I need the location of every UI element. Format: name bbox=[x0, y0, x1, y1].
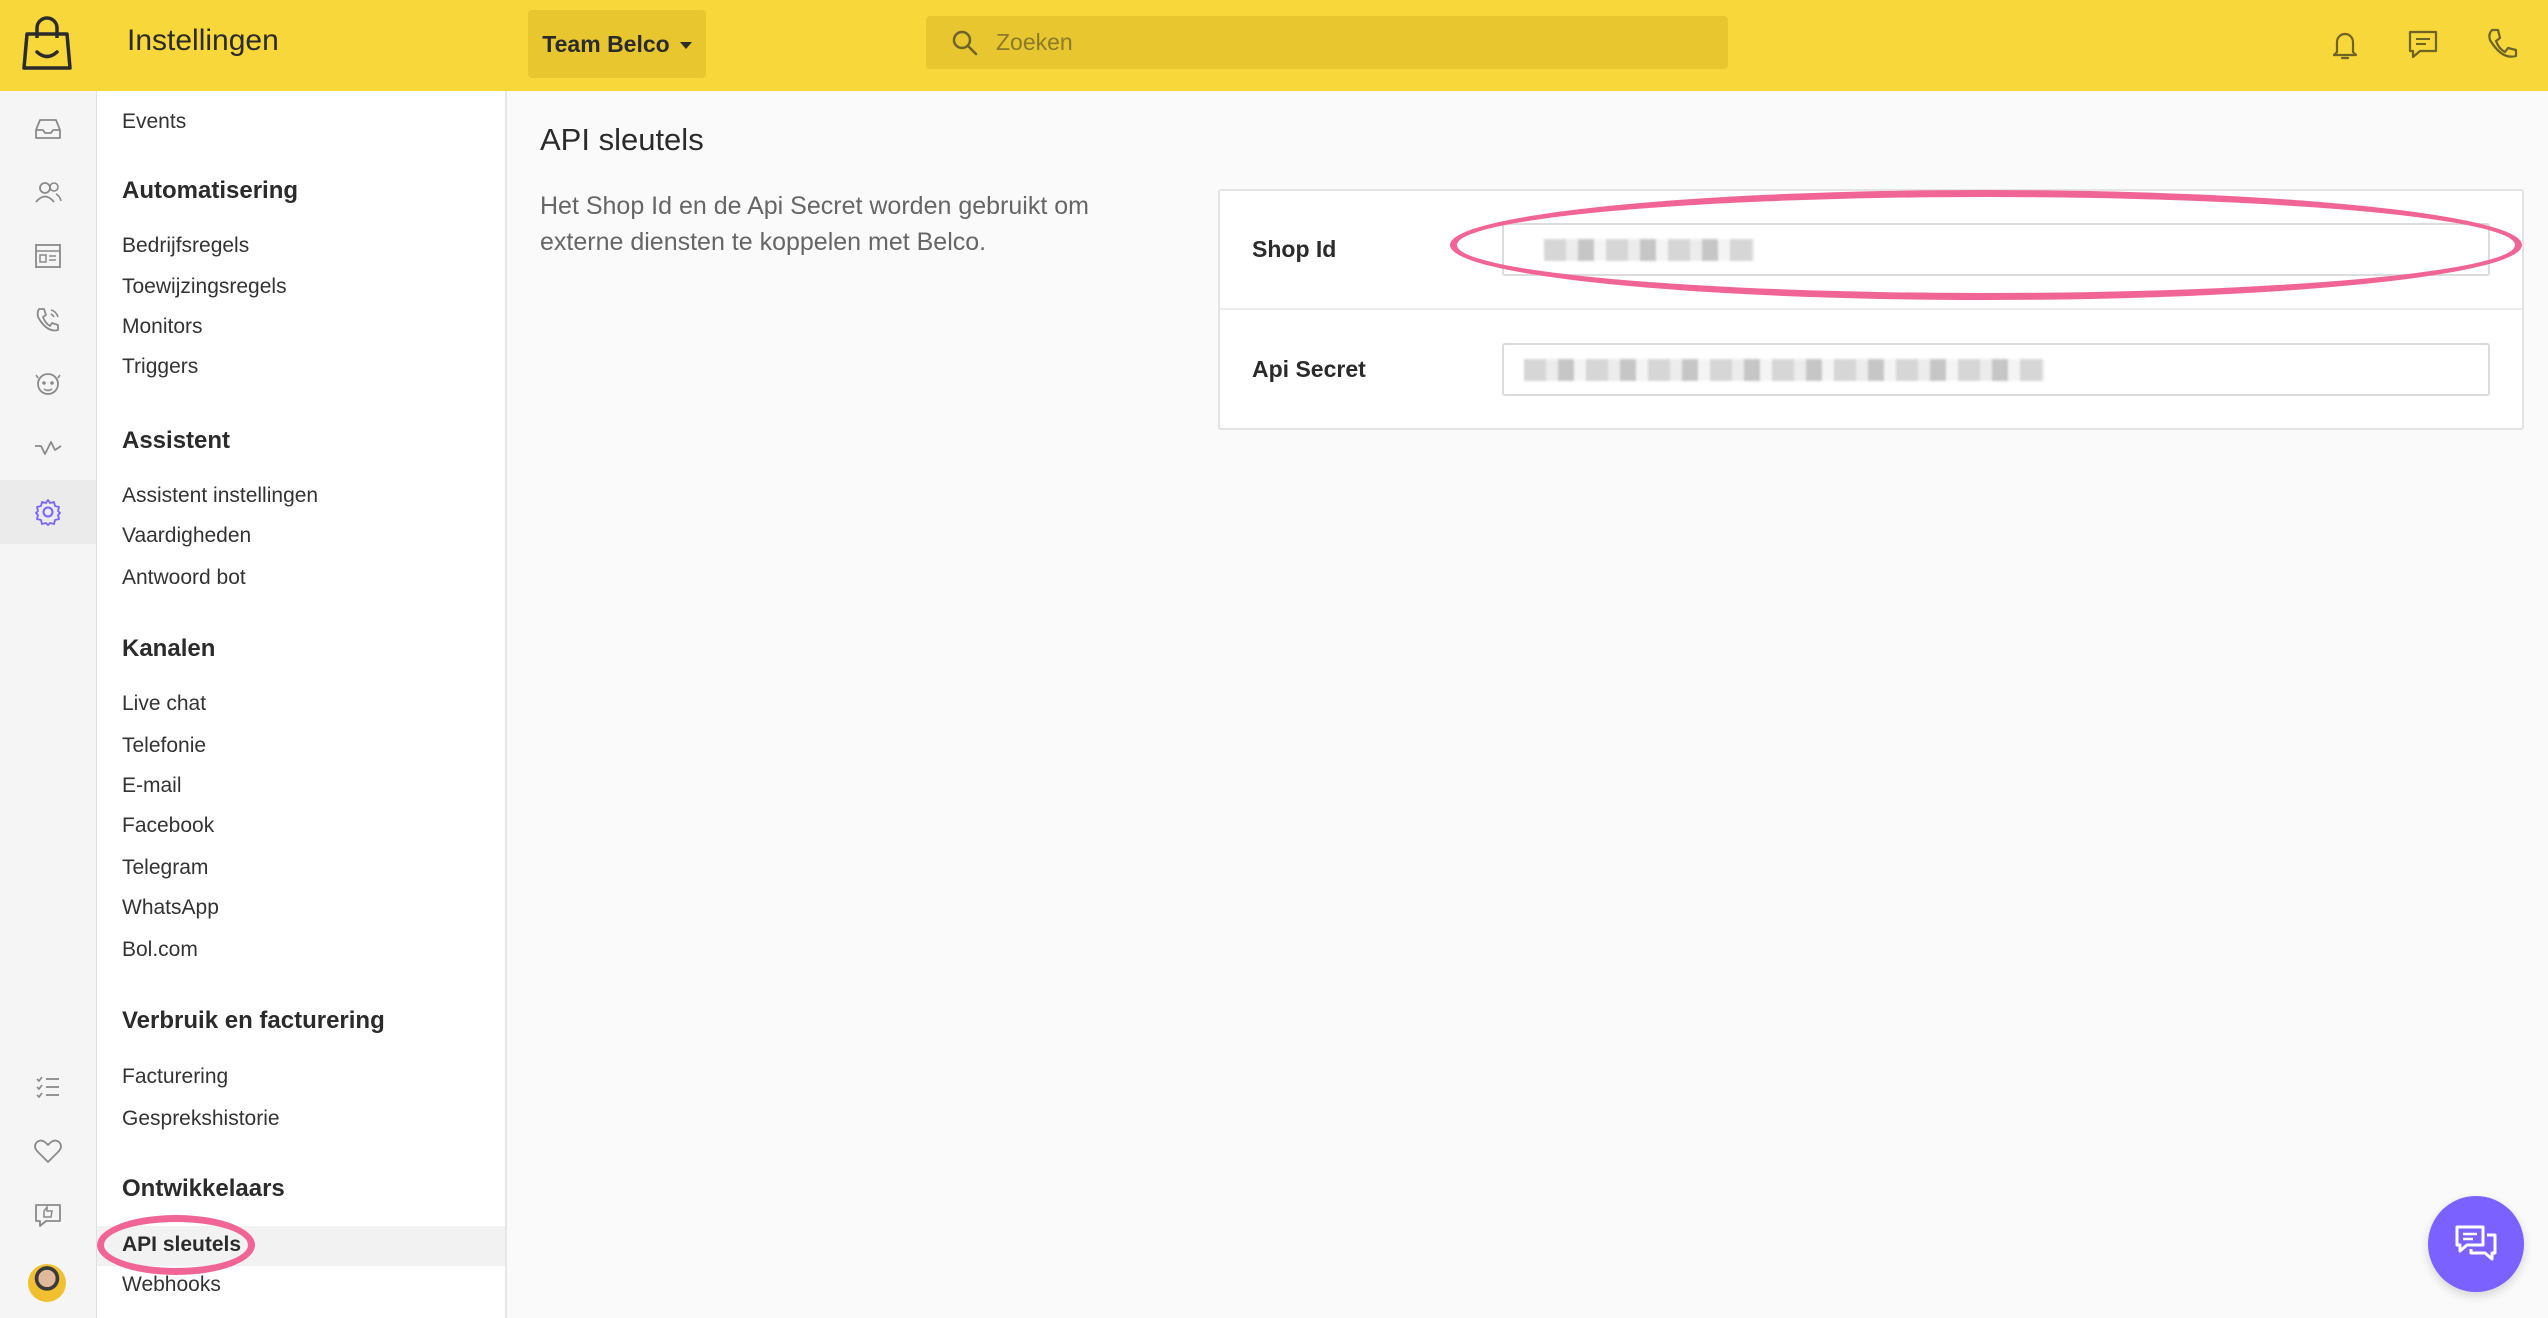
orders-icon[interactable] bbox=[0, 224, 96, 288]
caret-down-icon bbox=[679, 42, 692, 49]
calls-icon[interactable] bbox=[0, 288, 96, 352]
shop-id-row: Shop Id bbox=[1220, 191, 2522, 310]
chat-bubble-icon[interactable] bbox=[2403, 24, 2443, 64]
nav-item-api-sleutels[interactable]: API sleutels bbox=[122, 1233, 241, 1257]
nav-section-automatisering: Automatisering bbox=[122, 177, 299, 204]
assistant-icon[interactable] bbox=[0, 352, 96, 416]
nav-item-telegram[interactable]: Telegram bbox=[122, 856, 208, 880]
nav-item-monitors[interactable]: Monitors bbox=[122, 315, 203, 339]
nav-item-facebook[interactable]: Facebook bbox=[122, 814, 214, 838]
team-label: Team Belco bbox=[542, 30, 670, 57]
settings-nav: Events Automatisering Bedrijfsregels Toe… bbox=[97, 91, 507, 1318]
nav-item-bedrijfsregels[interactable]: Bedrijfsregels bbox=[122, 234, 249, 258]
team-selector-button[interactable]: Team Belco bbox=[528, 10, 706, 78]
nav-item-triggers[interactable]: Triggers bbox=[122, 355, 198, 379]
nav-item-toewijzingsregels[interactable]: Toewijzingsregels bbox=[122, 275, 287, 299]
api-secret-label: Api Secret bbox=[1252, 356, 1366, 382]
nav-item-assistent-instellingen[interactable]: Assistent instellingen bbox=[122, 484, 318, 508]
nav-item-e-mail[interactable]: E-mail bbox=[122, 774, 182, 798]
nav-item-gesprekshistorie[interactable]: Gesprekshistorie bbox=[122, 1107, 280, 1131]
nav-item-live-chat[interactable]: Live chat bbox=[122, 692, 206, 716]
redacted-value bbox=[1544, 239, 1754, 261]
nav-section-kanalen: Kanalen bbox=[122, 635, 216, 662]
nav-item-facturering[interactable]: Facturering bbox=[122, 1065, 228, 1089]
nav-item-whatsapp[interactable]: WhatsApp bbox=[122, 896, 219, 920]
shopping-bag-logo-icon[interactable] bbox=[18, 16, 76, 74]
nav-section-assistent: Assistent bbox=[122, 427, 231, 454]
redacted-value bbox=[1524, 359, 2044, 381]
phone-icon[interactable] bbox=[2482, 24, 2522, 64]
nav-section-verbruik: Verbruik en facturering bbox=[122, 1007, 385, 1034]
contacts-icon[interactable] bbox=[0, 160, 96, 224]
feedback-icon[interactable] bbox=[0, 1183, 96, 1247]
chat-bubbles-icon bbox=[2455, 1225, 2497, 1261]
nav-item-antwoord-bot[interactable]: Antwoord bot bbox=[122, 566, 246, 590]
settings-gear-icon[interactable] bbox=[0, 480, 96, 544]
checklist-icon[interactable] bbox=[0, 1055, 96, 1119]
nav-item-vaardigheden[interactable]: Vaardigheden bbox=[122, 524, 251, 548]
bell-icon[interactable] bbox=[2325, 24, 2365, 64]
page-description: Het Shop Id en de Api Secret worden gebr… bbox=[540, 192, 1089, 256]
api-keys-card: Shop Id Api Secret bbox=[1218, 189, 2524, 430]
chat-widget-button[interactable] bbox=[2428, 1196, 2524, 1292]
search-input[interactable] bbox=[996, 29, 1696, 56]
nav-item-bol-com[interactable]: Bol.com bbox=[122, 938, 198, 962]
search-icon bbox=[952, 30, 978, 55]
page-title: API sleutels bbox=[540, 122, 704, 157]
activity-icon[interactable] bbox=[0, 416, 96, 480]
api-secret-row: Api Secret bbox=[1220, 311, 2522, 430]
top-bar: Instellingen Team Belco bbox=[0, 0, 2548, 91]
shop-id-label: Shop Id bbox=[1252, 236, 1337, 262]
nav-section-ontwikkelaars: Ontwikkelaars bbox=[122, 1175, 285, 1202]
inbox-icon[interactable] bbox=[0, 96, 96, 160]
shop-id-field[interactable] bbox=[1502, 223, 2490, 276]
nav-item-telefonie[interactable]: Telefonie bbox=[122, 734, 206, 758]
app-title: Instellingen bbox=[127, 24, 279, 57]
nav-item-events[interactable]: Events bbox=[122, 110, 186, 134]
api-secret-field[interactable] bbox=[1502, 343, 2490, 396]
user-avatar[interactable] bbox=[28, 1264, 66, 1302]
icon-rail bbox=[0, 91, 97, 1318]
search-bar[interactable] bbox=[926, 16, 1728, 69]
nav-item-webhooks[interactable]: Webhooks bbox=[122, 1273, 221, 1297]
heart-icon[interactable] bbox=[0, 1119, 96, 1183]
